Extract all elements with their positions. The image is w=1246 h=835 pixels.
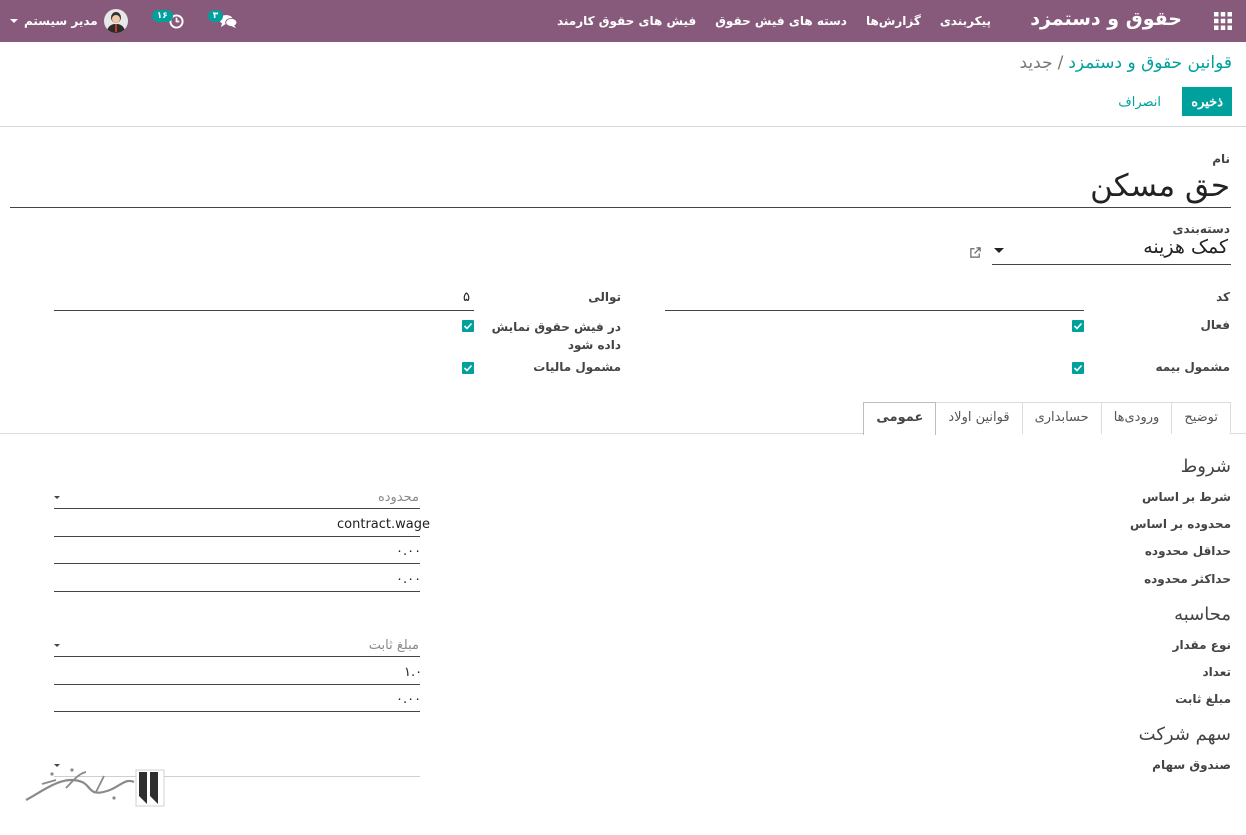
discard-button[interactable]: انصراف [1111,87,1168,116]
sequence-underline [54,310,474,311]
min-range-input[interactable]: ۰.۰۰ [396,544,421,559]
insurance-label: مشمول بیمه [1155,360,1230,374]
avatar [103,9,128,33]
name-input[interactable]: حق مسکن [1090,168,1230,204]
conditions-title: شروط [1180,456,1231,477]
check-icon [1073,322,1083,330]
category-label: دسته‌بندی [1172,222,1230,236]
category-select[interactable]: کمک هزینه [1143,236,1228,258]
quantity-input[interactable]: ۱.۰ [404,665,422,680]
amount-type-underline [54,656,420,657]
breadcrumb: قوانین حقوق و دستمزد/جدید [1020,53,1233,73]
name-input-underline [10,207,1231,208]
fixed-amount-label: مبلغ ثابت [1175,692,1231,706]
condition-based-on-label: شرط بر اساس [1141,490,1231,504]
range-based-on-input[interactable]: contract.wage [337,517,430,532]
tab-inputs[interactable]: ورودی‌ها [1100,402,1173,434]
messages-button[interactable]: ۳ [207,10,239,29]
user-menu[interactable]: مدیر سیستم [10,9,128,33]
menu-item-payslip-batches[interactable]: دسته های فیش حقوق [715,14,847,28]
breadcrumb-separator: / [1057,53,1064,73]
activities-badge: ۱۶ [151,10,173,22]
insurance-checkbox[interactable] [1072,362,1084,374]
name-label: نام [1212,152,1230,166]
check-icon [1073,364,1083,372]
code-underline [665,310,1084,311]
caret-down-icon [54,644,60,647]
menu-item-reports[interactable]: گزارش‌ها [866,14,921,28]
top-navbar: حقوق و دستمزد فیش های حقوق کارمند دسته ه… [0,0,1246,42]
tab-general[interactable]: عمومی [863,402,937,435]
messages-badge: ۳ [207,10,224,22]
max-range-input[interactable]: ۰.۰۰ [396,572,421,587]
caret-down-icon[interactable] [994,248,1004,253]
fixed-amount-input[interactable]: ۰.۰۰ [396,692,421,707]
grid-icon[interactable] [1214,12,1232,30]
notebook-tabs: عمومی قوانین اولاد حسابداری ورودی‌ها توض… [863,402,1231,435]
amount-type-label: نوع مقدار [1172,638,1231,652]
breadcrumb-current: جدید [1019,53,1053,73]
user-name: مدیر سیستم [24,14,98,28]
min-range-underline [54,563,420,564]
save-button[interactable]: ذخیره [1182,87,1232,116]
menu-item-configuration[interactable]: پیکربندی [940,14,991,28]
breadcrumb-parent[interactable]: قوانین حقوق و دستمزد [1068,53,1232,73]
contribution-register-label: صندوق سهام [1152,758,1231,772]
caret-down-icon [10,19,18,23]
check-icon [463,322,473,330]
tax-checkbox[interactable] [462,362,474,374]
company-contribution-title: سهم شرکت [1138,724,1231,745]
caret-down-icon [54,496,60,499]
max-range-label: حداکثر محدوده [1144,572,1231,586]
fixed-amount-underline [54,711,420,712]
activities-button[interactable]: ۱۶ [151,10,184,29]
app-brand[interactable]: حقوق و دستمزد [1030,8,1182,30]
condition-based-on-underline [54,508,420,509]
show-on-payslip-checkbox[interactable] [462,320,474,332]
sequence-label: توالی [588,290,621,304]
navbar-systray: مدیر سیستم ۱۶ ۳ [10,0,238,42]
active-label: فعال [1200,318,1230,332]
sequence-input[interactable]: ۵ [463,290,470,305]
tab-child-rules[interactable]: قوانین اولاد [935,402,1023,434]
code-label: کد [1216,290,1230,304]
divider [0,126,1246,127]
menu-item-employee-payslips[interactable]: فیش های حقوق کارمند [557,14,696,28]
max-range-underline [54,591,420,592]
quantity-underline [54,684,420,685]
watermark-logo [25,768,165,807]
external-link-icon[interactable] [969,246,982,259]
computation-title: محاسبه [1174,604,1231,625]
amount-type-select[interactable]: مبلغ ثابت [369,638,419,653]
quantity-label: تعداد [1202,665,1231,679]
tax-label: مشمول مالیات [533,360,621,374]
active-checkbox[interactable] [1072,320,1084,332]
range-based-on-label: محدوده بر اساس [1129,517,1231,531]
category-underline [992,264,1231,265]
check-icon [463,364,473,372]
condition-based-on-select[interactable]: محدوده [378,490,419,505]
tab-accounting[interactable]: حسابداری [1021,402,1102,434]
min-range-label: حداقل محدوده [1144,544,1231,558]
tab-description[interactable]: توضیح [1171,402,1231,434]
show-on-payslip-label: در فیش حقوق نمایش داده شود [491,320,621,352]
main-menu: فیش های حقوق کارمند دسته های فیش حقوق گز… [538,0,991,42]
range-based-on-underline [54,536,420,537]
